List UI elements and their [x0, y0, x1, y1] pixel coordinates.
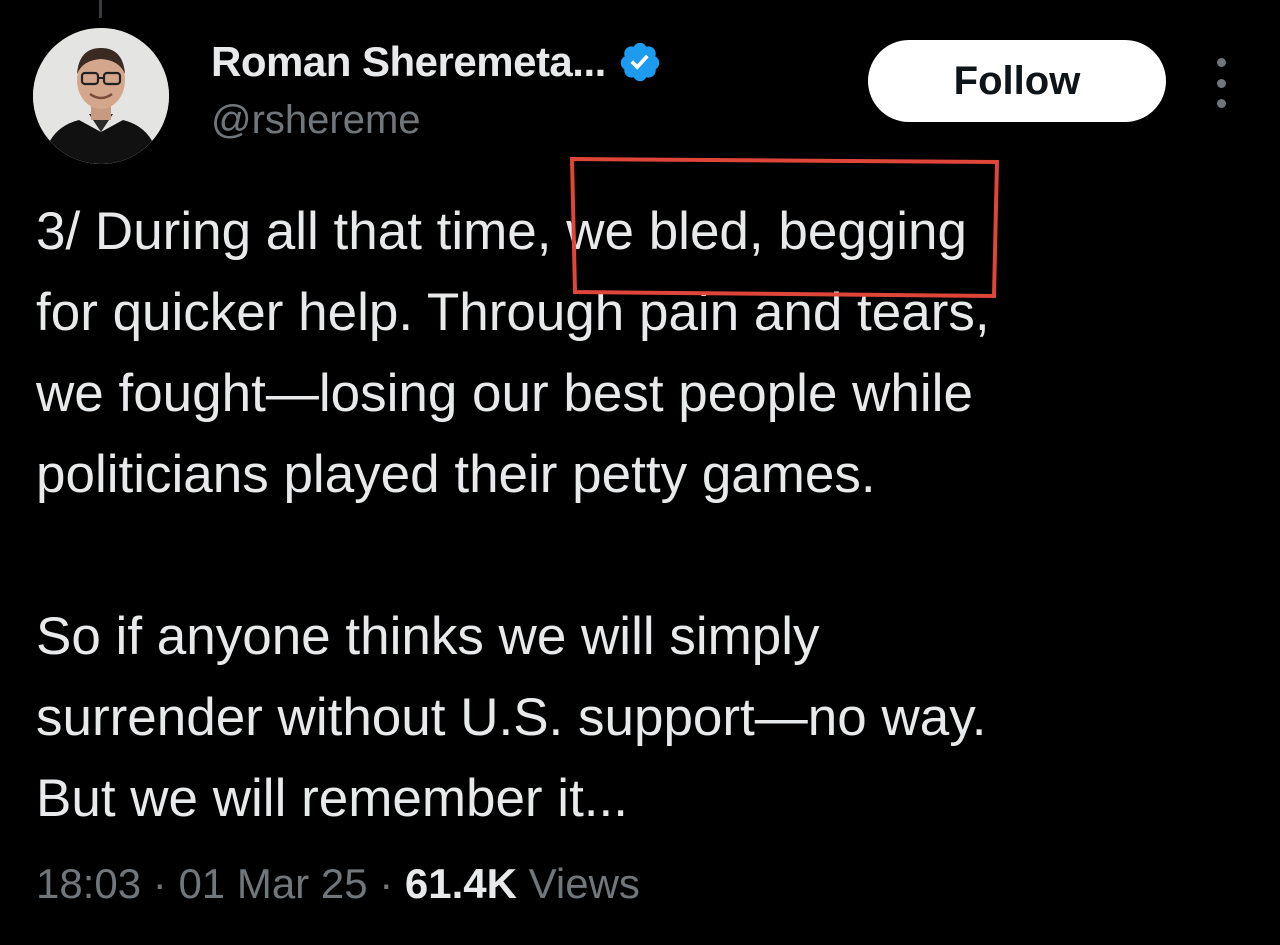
more-vertical-icon[interactable] — [1206, 58, 1236, 108]
tweet-line: we fought—losing our best people while — [36, 364, 973, 423]
tweet-line: politicians played their petty games. — [36, 445, 876, 504]
tweet-line: So if anyone thinks we will simply — [36, 607, 820, 666]
tweet-paragraph: So if anyone thinks we will simply surre… — [36, 596, 1236, 839]
tweet-meta: 18:03 · 01 Mar 25 · 61.4K Views — [36, 860, 640, 908]
more-dot — [1216, 99, 1226, 108]
tweet-time[interactable]: 18:03 — [36, 860, 141, 907]
highlight-annotation-box — [569, 156, 999, 299]
author-handle[interactable]: @rshereme — [211, 98, 421, 143]
more-dot — [1216, 78, 1226, 88]
verified-badge-icon[interactable] — [618, 40, 662, 84]
tweet-date[interactable]: 01 Mar 25 — [178, 860, 367, 907]
thread-connector-line — [99, 0, 102, 18]
views-count[interactable]: 61.4K — [405, 860, 517, 907]
more-dot — [1216, 58, 1226, 67]
meta-separator: · — [152, 860, 167, 907]
author-name-row: Roman Sheremeta... — [211, 38, 662, 86]
follow-button[interactable]: Follow — [868, 40, 1166, 122]
views-label: Views — [528, 860, 640, 907]
author-display-name[interactable]: Roman Sheremeta... — [211, 38, 606, 86]
tweet-line: But we will remember it... — [36, 769, 628, 828]
meta-separator: · — [379, 860, 394, 907]
tweet-line: surrender without U.S. support—no way. — [36, 688, 987, 747]
profile-photo-icon — [33, 28, 169, 164]
avatar[interactable] — [33, 28, 169, 164]
